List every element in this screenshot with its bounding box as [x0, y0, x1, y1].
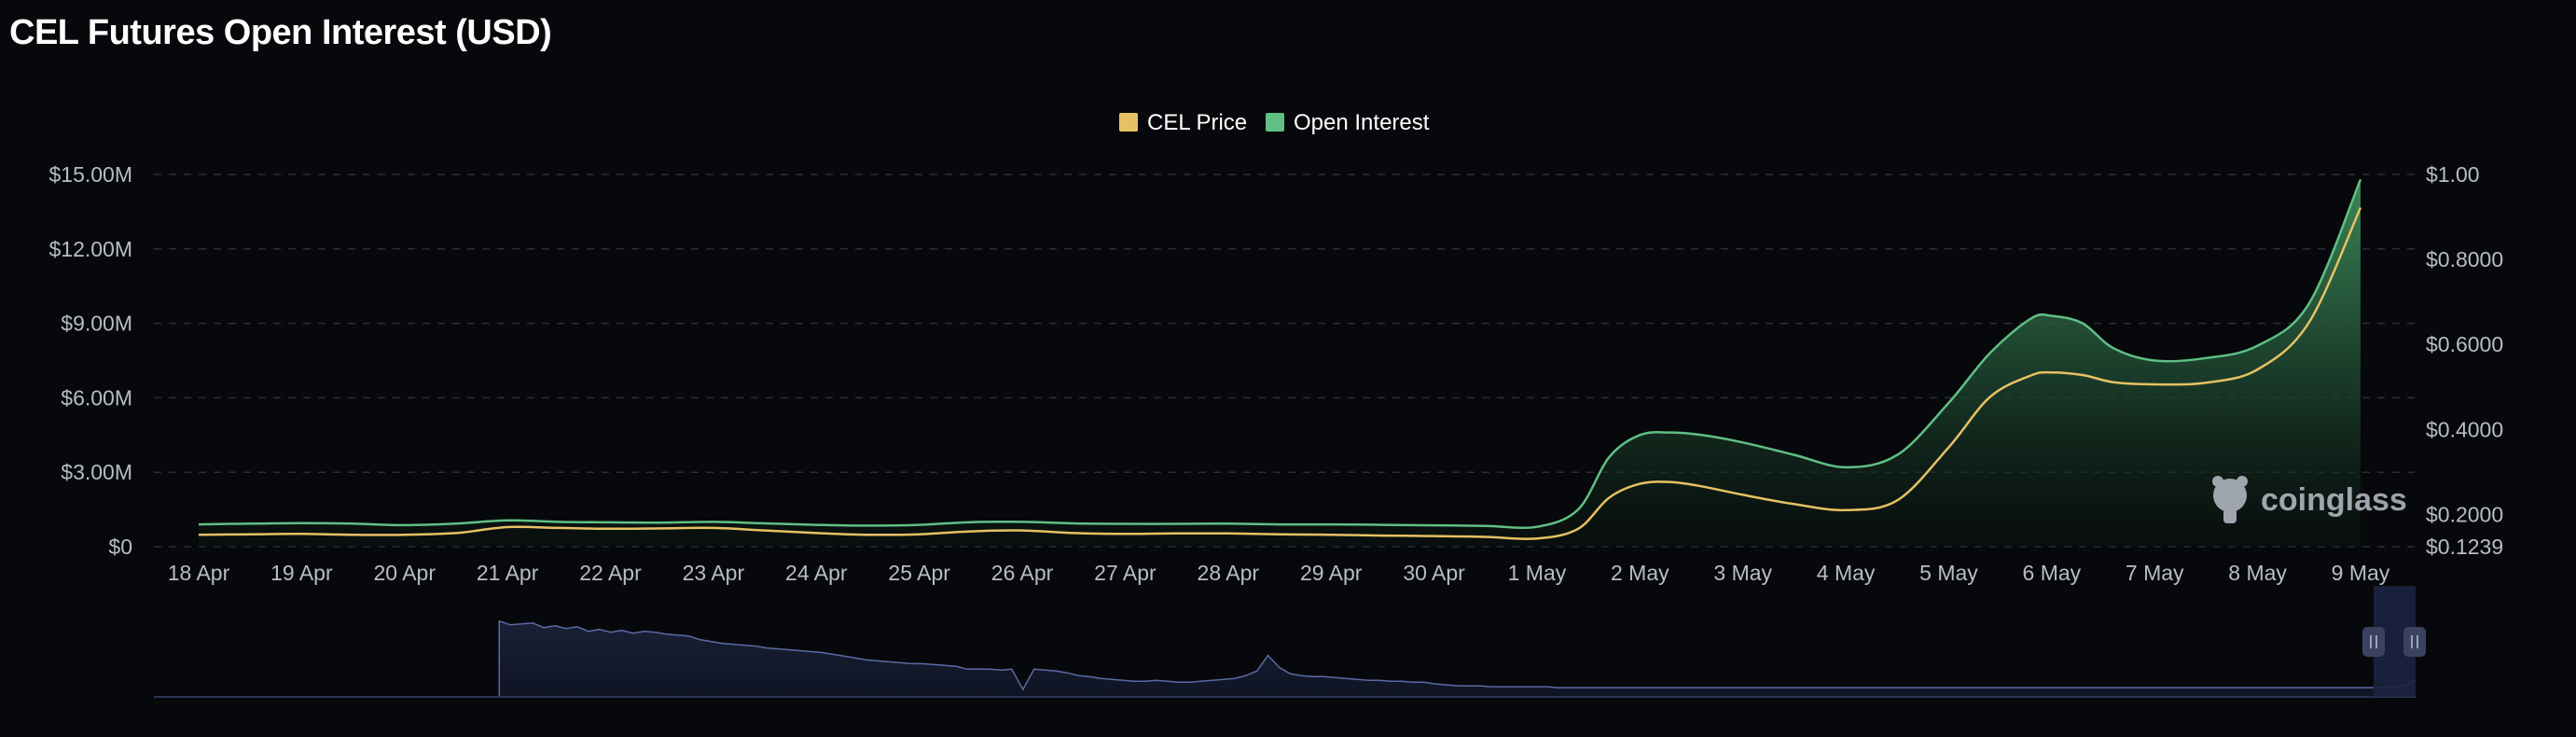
right-axis-tick-label: $0.6000: [2426, 332, 2503, 356]
left-axis-tick-label: $3.00M: [61, 460, 132, 484]
x-axis-tick-label: 30 Apr: [1403, 561, 1465, 585]
legend: CEL Price Open Interest: [1119, 110, 1430, 135]
left-axis-tick-label: $12.00M: [48, 237, 132, 261]
x-axis-tick-label: 20 Apr: [374, 561, 436, 585]
x-axis-tick-label: 23 Apr: [683, 561, 745, 585]
x-axis-tick-label: 25 Apr: [888, 561, 950, 585]
legend-swatch-cel-price: [1119, 113, 1138, 132]
navigator[interactable]: [154, 586, 2426, 698]
x-axis-tick-label: 4 May: [1817, 561, 1876, 585]
legend-item-open-interest[interactable]: Open Interest: [1266, 110, 1430, 135]
legend-swatch-open-interest: [1266, 113, 1284, 132]
right-axis-tick-label: $0.8000: [2426, 247, 2503, 271]
x-axis-tick-label: 2 May: [1611, 561, 1669, 585]
x-axis-tick-label: 29 Apr: [1300, 561, 1363, 585]
right-axis-tick-label: $0.4000: [2426, 417, 2503, 441]
x-axis-tick-label: 9 May: [2332, 561, 2390, 585]
legend-label-open-interest: Open Interest: [1294, 110, 1430, 135]
x-axis-tick-label: 22 Apr: [579, 561, 642, 585]
legend-item-cel-price[interactable]: CEL Price: [1119, 110, 1247, 135]
x-axis-tick-label: 7 May: [2126, 561, 2184, 585]
x-axis-tick-label: 3 May: [1713, 561, 1772, 585]
chart-canvas[interactable]: CEL Price Open Interest $0 $3.00M $6.00M $9…: [0, 0, 2576, 737]
navigator-handle-left[interactable]: [2362, 627, 2385, 657]
navigator-handle-right[interactable]: [2403, 627, 2426, 657]
right-axis-tick-label: $1.00: [2426, 162, 2480, 187]
x-axis-tick-label: 26 Apr: [991, 561, 1054, 585]
left-axis-tick-label: $9.00M: [61, 312, 132, 336]
x-axis-tick-label: 5 May: [1919, 561, 1978, 585]
legend-label-cel-price: CEL Price: [1147, 110, 1247, 135]
navigator-area: [154, 620, 2416, 697]
left-y-axis: $0 $3.00M $6.00M $9.00M $12.00M $15.00M: [48, 162, 132, 559]
x-axis: 18 Apr 19 Apr 20 Apr 21 Apr 22 Apr 23 Apr 24 A…: [168, 561, 2390, 585]
left-axis-tick-label: $15.00M: [48, 162, 132, 187]
x-axis-tick-label: 8 May: [2228, 561, 2287, 585]
x-axis-tick-label: 1 May: [1508, 561, 1567, 585]
x-axis-tick-label: 18 Apr: [168, 561, 230, 585]
right-axis-tick-label: $0.1239: [2426, 535, 2503, 559]
x-axis-tick-label: 28 Apr: [1198, 561, 1260, 585]
x-axis-tick-label: 24 Apr: [785, 561, 848, 585]
x-axis-tick-label: 6 May: [2023, 561, 2082, 585]
x-axis-tick-label: 27 Apr: [1094, 561, 1156, 585]
watermark-text: coinglass: [2261, 482, 2407, 518]
left-axis-tick-label: $0: [108, 535, 132, 559]
open-interest-area: [199, 179, 2361, 548]
x-axis-tick-label: 19 Apr: [270, 561, 333, 585]
x-axis-tick-label: 21 Apr: [477, 561, 539, 585]
right-y-axis: $0.1239 $0.2000 $0.4000 $0.6000 $0.8000 $1.00: [2426, 162, 2503, 559]
left-axis-tick-label: $6.00M: [61, 385, 132, 410]
right-axis-tick-label: $0.2000: [2426, 502, 2503, 526]
